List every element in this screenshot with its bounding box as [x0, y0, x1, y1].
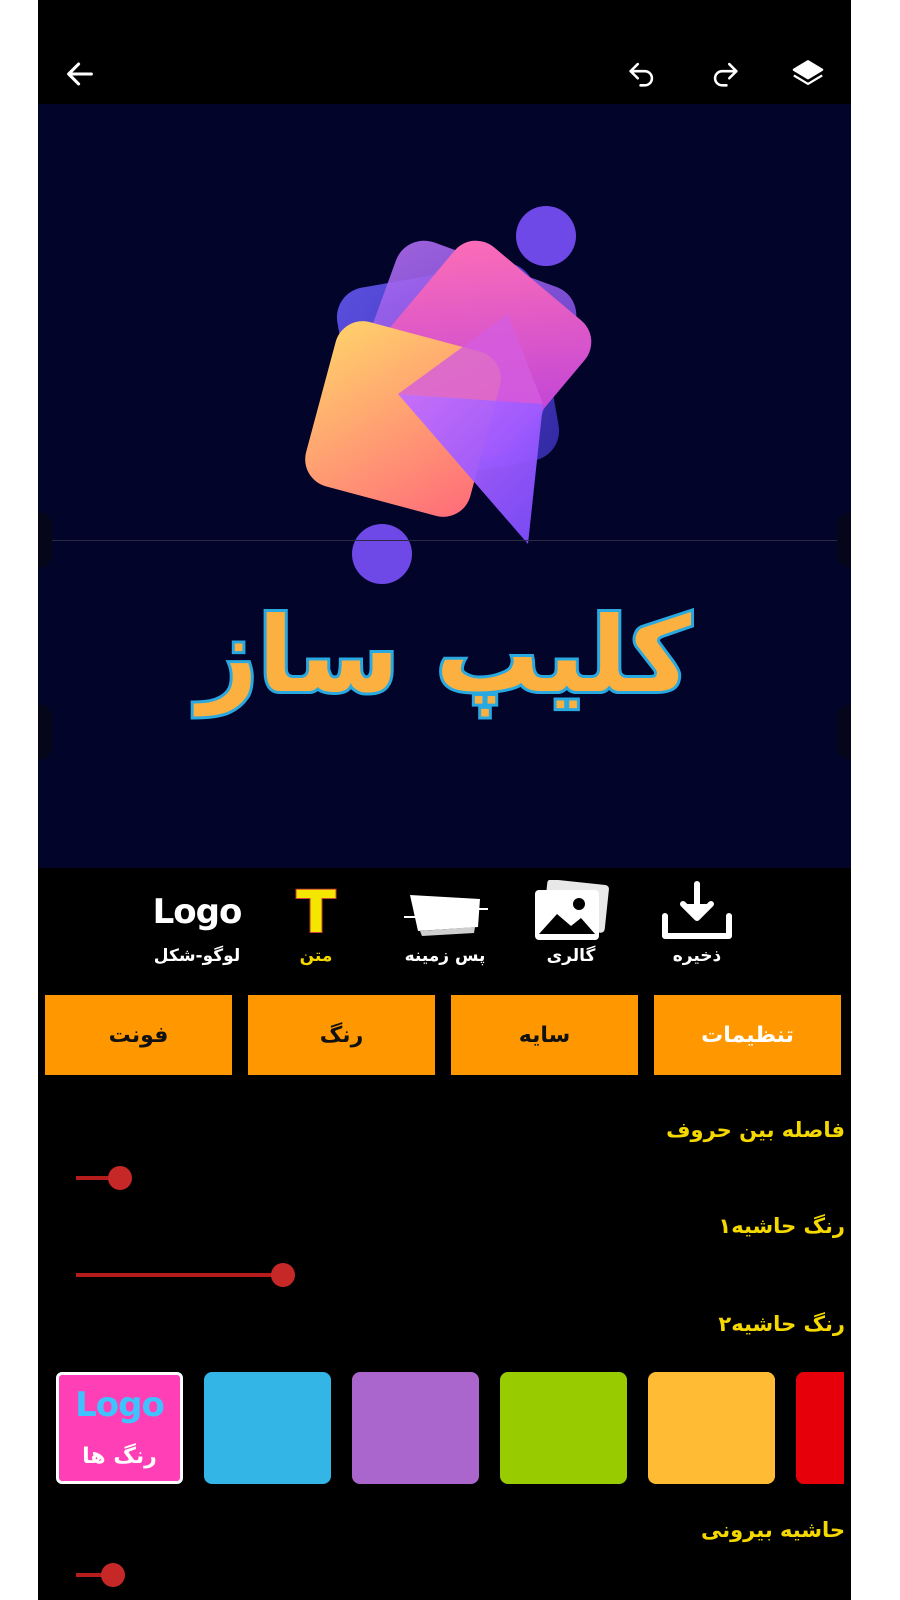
top-toolbar	[38, 0, 851, 104]
slider-thumb[interactable]	[108, 1166, 132, 1190]
logo-shape-tool-label: لوگو-شکل	[153, 946, 241, 966]
color-swatch[interactable]	[204, 1372, 331, 1484]
more-colors-swatch[interactable]: Logo رنگ ها	[56, 1372, 183, 1484]
more-colors-label: رنگ ها	[82, 1444, 157, 1469]
editor-app: کلیپ ساز Logo لوگو-شکل T متن پس زمینه گا…	[38, 0, 851, 1600]
color-swatch[interactable]	[352, 1372, 479, 1484]
editor-tabs: فونت رنگ سایه تنظیمات	[45, 995, 843, 1075]
letter-spacing-slider[interactable]	[76, 1164, 330, 1192]
save-tool[interactable]: ذخیره	[642, 880, 752, 976]
slider-thumb[interactable]	[271, 1263, 295, 1287]
text-tool-label: متن	[299, 946, 333, 966]
tool-row: Logo لوگو-شکل T متن پس زمینه گالری ذخیره	[38, 868, 851, 978]
slider-thumb[interactable]	[101, 1563, 125, 1587]
layers-button[interactable]	[782, 48, 834, 100]
logo-shape-tool[interactable]: Logo لوگو-شکل	[142, 880, 252, 976]
outer-border-label: حاشیه بیرونی	[701, 1518, 845, 1542]
logo-icon: Logo	[152, 892, 243, 932]
gallery-tool-label: گالری	[546, 946, 596, 966]
text-t-icon: T	[295, 877, 337, 947]
gallery-image-icon	[535, 880, 609, 940]
logo-mark: Logo	[75, 1385, 165, 1425]
text-tool[interactable]: T متن	[261, 877, 371, 976]
undo-icon	[629, 62, 654, 87]
canvas-title-text[interactable]: کلیپ ساز	[38, 591, 851, 719]
letter-spacing-label: فاصله بین حروف	[666, 1118, 845, 1142]
tab-settings[interactable]: تنظیمات	[654, 995, 841, 1075]
color-swatch[interactable]	[796, 1372, 844, 1484]
background-tool[interactable]: پس زمینه	[390, 880, 500, 976]
color-swatch-row: Logo رنگ ها	[56, 1372, 851, 1484]
gallery-tool[interactable]: گالری	[516, 880, 626, 976]
center-guide-line	[38, 540, 851, 541]
save-tool-label: ذخیره	[672, 946, 722, 966]
background-tool-label: پس زمینه	[404, 946, 486, 966]
redo-button[interactable]	[699, 48, 751, 100]
tab-font[interactable]: فونت	[45, 995, 232, 1075]
color-swatch[interactable]	[500, 1372, 627, 1484]
back-button[interactable]	[54, 48, 106, 100]
download-icon	[662, 881, 732, 939]
color-swatch[interactable]	[648, 1372, 775, 1484]
outer-border-slider[interactable]	[76, 1561, 330, 1589]
right-resize-handle[interactable]	[837, 512, 851, 568]
slider-track	[76, 1273, 283, 1277]
tab-shadow[interactable]: سایه	[451, 995, 638, 1075]
layers-icon	[792, 60, 824, 86]
border-color2-label: رنگ حاشیه۲	[718, 1312, 845, 1336]
background-brush-icon	[404, 895, 488, 936]
left-resize-handle[interactable]	[38, 512, 52, 568]
redo-icon	[713, 62, 738, 87]
design-canvas[interactable]: کلیپ ساز	[38, 104, 851, 868]
border-color1-slider[interactable]	[76, 1261, 330, 1289]
undo-button[interactable]	[616, 48, 668, 100]
logo-graphic[interactable]	[278, 204, 618, 584]
arrow-left-icon	[67, 62, 93, 86]
border-color1-label: رنگ حاشیه۱	[718, 1214, 845, 1238]
tab-color[interactable]: رنگ	[248, 995, 435, 1075]
